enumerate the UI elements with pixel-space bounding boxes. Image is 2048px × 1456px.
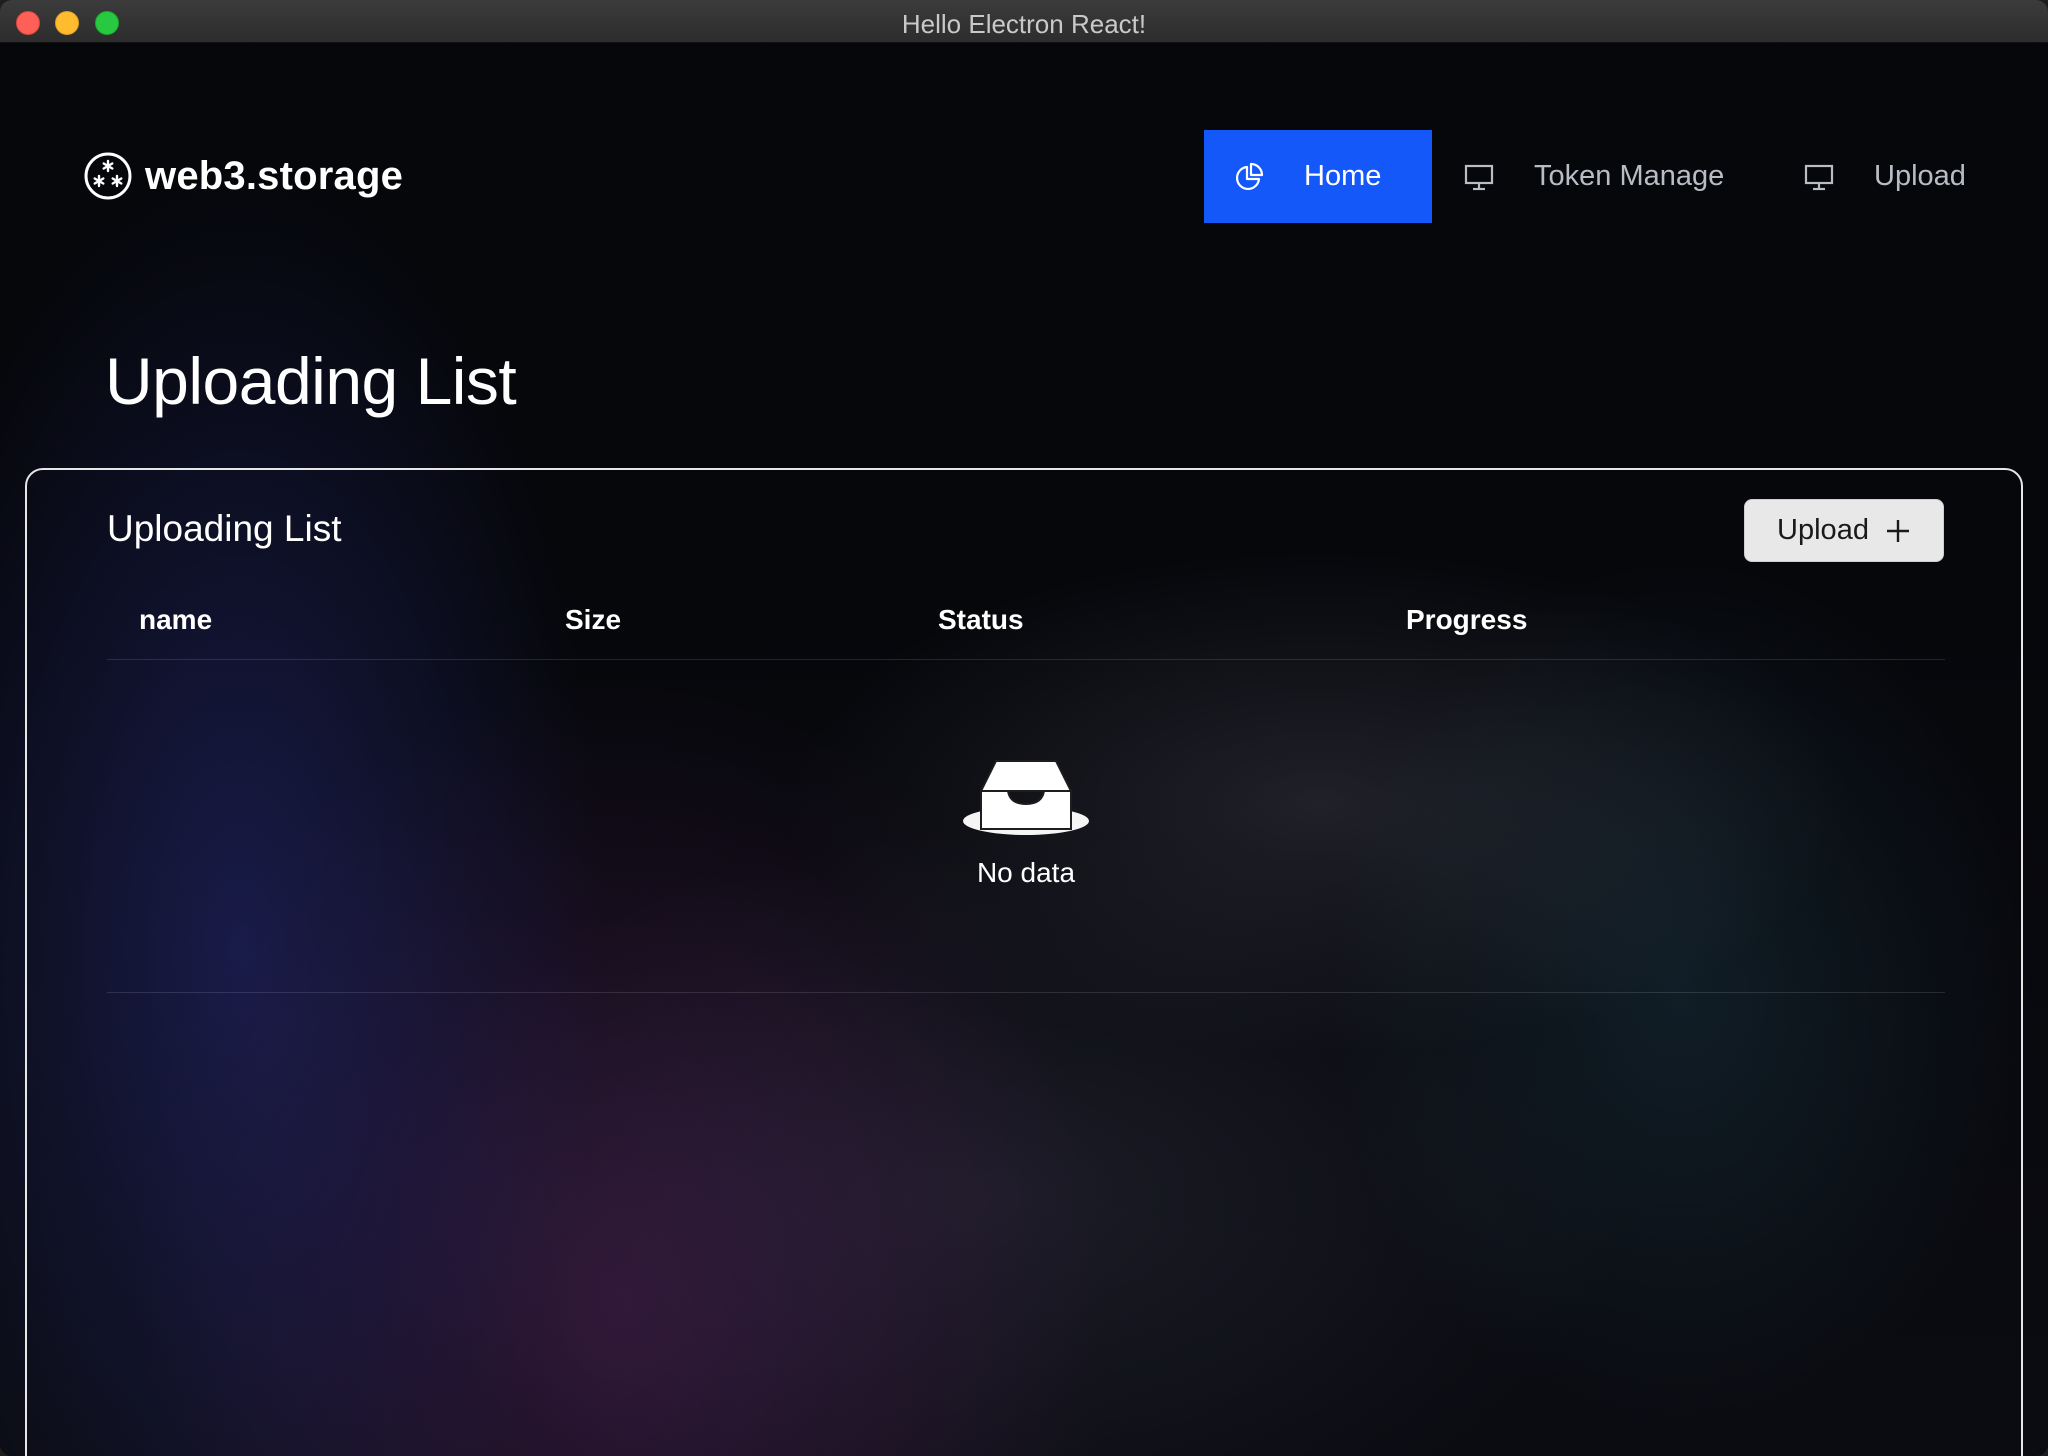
nav-label-upload: Upload (1874, 160, 1966, 192)
nav-label-token-manage: Token Manage (1534, 160, 1725, 192)
empty-state: No data (107, 755, 1945, 889)
logo-text: web3.storage (145, 153, 404, 198)
desktop-icon (1464, 164, 1494, 190)
app-window: Hello Electron React! web3.storage Home … (0, 0, 2048, 1456)
card-title: Uploading List (107, 508, 342, 549)
nav-label-home: Home (1304, 160, 1382, 192)
empty-inbox-icon (963, 760, 1089, 835)
column-header-status[interactable]: Status (938, 604, 1024, 636)
column-header-size[interactable]: Size (565, 604, 621, 636)
nav-item-home[interactable]: Home (1204, 130, 1432, 223)
page-title: Uploading List (105, 344, 517, 418)
upload-button[interactable]: Upload (1744, 499, 1944, 562)
pie-chart-icon (1235, 162, 1264, 190)
column-header-name[interactable]: name (139, 604, 212, 636)
logo[interactable]: web3.storage (83, 151, 403, 201)
plus-icon (1886, 519, 1909, 542)
asterisks-circle-icon (84, 152, 132, 200)
table-header: name Size Status Progress (107, 590, 1945, 660)
nav-item-upload[interactable]: Upload (1768, 130, 2008, 223)
upload-button-label: Upload (1777, 514, 1869, 546)
column-header-progress[interactable]: Progress (1406, 604, 1527, 636)
desktop-icon (1804, 164, 1834, 190)
title-bar: Hello Electron React! (0, 0, 2048, 43)
uploading-list-card: Uploading List Upload name Size Status P… (25, 468, 2023, 1456)
nav-item-token-manage[interactable]: Token Manage (1432, 130, 1768, 223)
uploading-table: name Size Status Progress No data (107, 590, 1945, 993)
app-content: web3.storage Home Token Manage Upload Up… (0, 43, 2048, 1456)
table-body: No data (107, 660, 1945, 993)
top-nav: Home Token Manage Upload (1204, 130, 2008, 223)
window-title: Hello Electron React! (901, 9, 1147, 39)
empty-text: No data (976, 857, 1076, 888)
